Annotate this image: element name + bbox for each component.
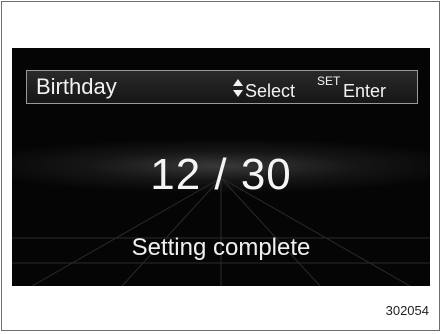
set-button-label: SET xyxy=(317,74,341,88)
birthday-date-value: 12 / 30 xyxy=(150,150,292,199)
up-down-arrows-icon xyxy=(233,79,243,97)
enter-label: Enter xyxy=(343,81,387,101)
figure-id: 302054 xyxy=(385,303,429,318)
screen-title: Birthday xyxy=(36,74,117,99)
select-label: Select xyxy=(245,81,296,101)
status-message: Setting complete xyxy=(131,234,311,261)
header-bar: Birthday Select SET Enter xyxy=(26,70,418,104)
